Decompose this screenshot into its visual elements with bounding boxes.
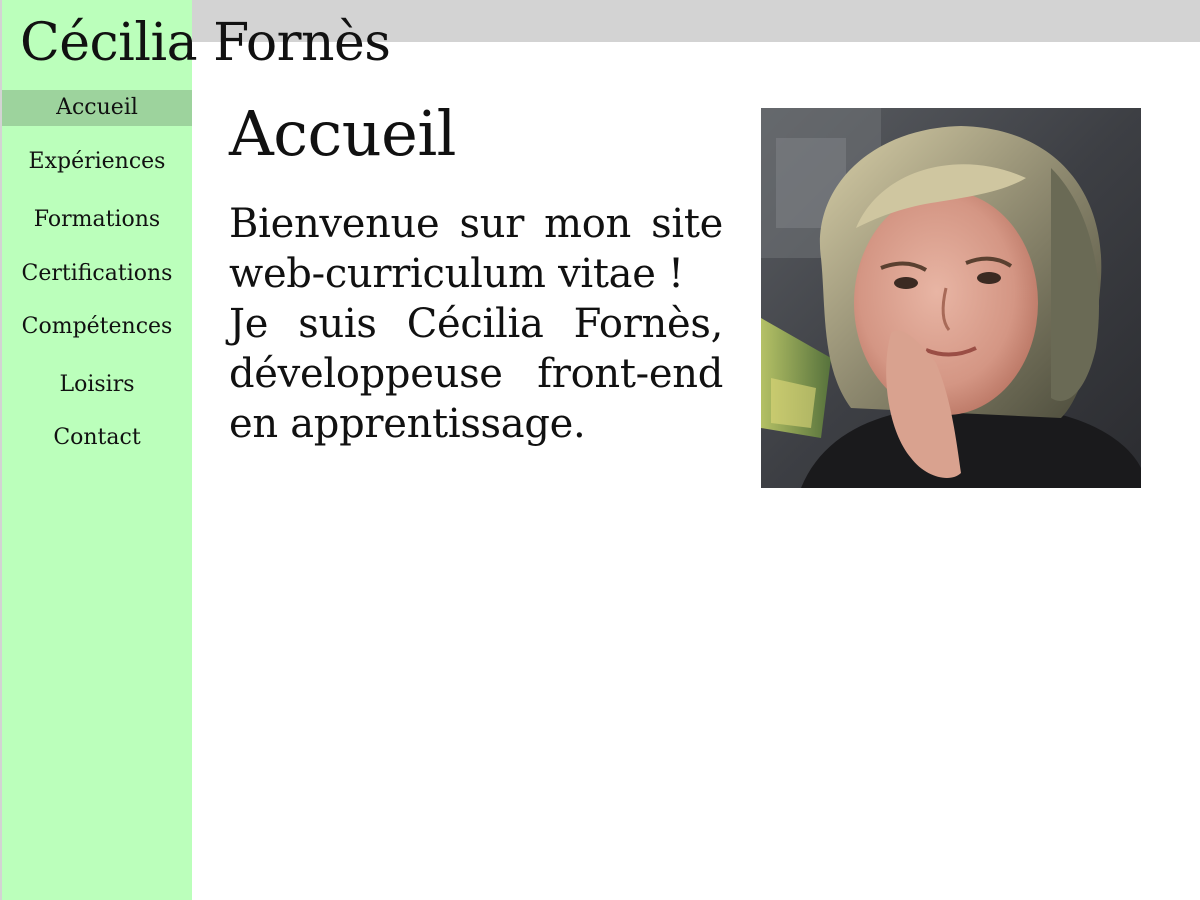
nav-item-experiences[interactable]: Expériences xyxy=(2,144,192,180)
sidebar: Accueil Expériences Formations Certifica… xyxy=(0,0,192,900)
site-title: Cécilia Fornès xyxy=(20,13,391,73)
nav-item-competences[interactable]: Compétences xyxy=(2,309,192,345)
intro-line-welcome: Bienvenue sur mon site web-curriculum vi… xyxy=(229,201,723,297)
nav-item-accueil[interactable]: Accueil xyxy=(2,90,192,126)
nav-item-formations[interactable]: Formations xyxy=(2,202,192,238)
page: Accueil Expériences Formations Certifica… xyxy=(0,0,1200,900)
nav-item-certifications[interactable]: Certifications xyxy=(2,256,192,292)
nav-item-loisirs[interactable]: Loisirs xyxy=(2,367,192,403)
page-title: Accueil xyxy=(229,97,457,170)
profile-photo xyxy=(761,108,1141,488)
intro-text: Bienvenue sur mon site web-curriculum vi… xyxy=(229,199,723,449)
nav-item-contact[interactable]: Contact xyxy=(2,420,192,456)
intro-line-presentation: Je suis Cécilia Fornès, développeuse fro… xyxy=(229,301,723,447)
